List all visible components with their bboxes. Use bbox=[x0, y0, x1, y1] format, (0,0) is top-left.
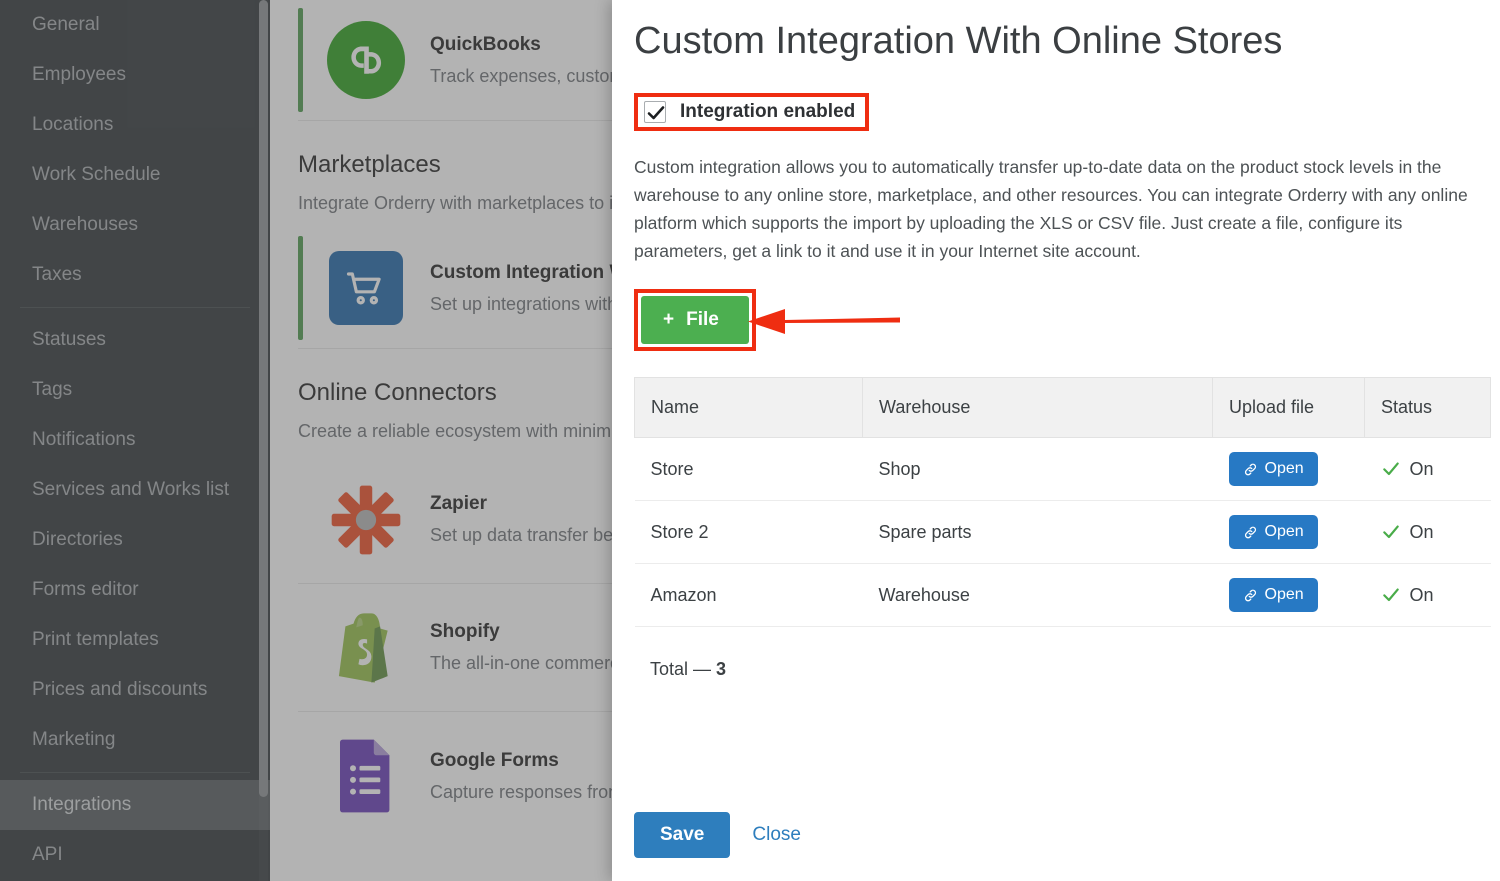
cell-name: Amazon bbox=[634, 563, 863, 627]
sidebar-item-print-templates[interactable]: Print templates bbox=[0, 615, 270, 665]
status-text: On bbox=[1409, 584, 1434, 605]
link-icon bbox=[1244, 463, 1256, 475]
sidebar-item-work-schedule[interactable]: Work Schedule bbox=[0, 150, 270, 200]
settings-sidebar: General Employees Locations Work Schedul… bbox=[0, 0, 270, 881]
table-total: Total — 3 bbox=[634, 627, 1484, 680]
table-row[interactable]: Amazon Warehouse Open On bbox=[634, 563, 1491, 627]
sidebar-item-directories[interactable]: Directories bbox=[0, 515, 270, 565]
sidebar-divider bbox=[20, 307, 250, 308]
open-file-button[interactable]: Open bbox=[1228, 578, 1318, 612]
sidebar-item-prices-and-discounts[interactable]: Prices and discounts bbox=[0, 665, 270, 715]
sidebar-item-statuses[interactable]: Statuses bbox=[0, 315, 270, 365]
modal-footer: Save Close bbox=[634, 812, 801, 858]
sidebar-item-notifications[interactable]: Notifications bbox=[0, 415, 270, 465]
sidebar-item-marketing[interactable]: Marketing bbox=[0, 715, 270, 765]
cell-status: On bbox=[1364, 563, 1491, 627]
sidebar-item-taxes[interactable]: Taxes bbox=[0, 250, 270, 300]
integration-enabled-label: Integration enabled bbox=[680, 101, 856, 122]
open-label: Open bbox=[1264, 460, 1304, 477]
sidebar-item-integrations[interactable]: Integrations bbox=[0, 780, 270, 830]
sidebar-divider-2 bbox=[20, 772, 250, 773]
card-accent-bar bbox=[298, 236, 303, 340]
cell-name: Store bbox=[634, 437, 863, 501]
link-icon bbox=[1244, 526, 1256, 538]
sidebar-item-tags[interactable]: Tags bbox=[0, 365, 270, 415]
sidebar-item-services-and-works-list[interactable]: Services and Works list bbox=[0, 465, 270, 515]
check-icon bbox=[1382, 588, 1399, 602]
add-file-annotation-box: + File bbox=[634, 289, 756, 351]
cell-warehouse: Spare parts bbox=[862, 500, 1213, 564]
sidebar-item-employees[interactable]: Employees bbox=[0, 50, 270, 100]
table-row[interactable]: Store 2 Spare parts Open On bbox=[634, 500, 1491, 564]
sidebar-item-forms-editor[interactable]: Forms editor bbox=[0, 565, 270, 615]
table-row[interactable]: Store Shop Open On bbox=[634, 437, 1491, 501]
cell-warehouse: Warehouse bbox=[862, 563, 1213, 627]
cell-warehouse: Shop bbox=[862, 437, 1213, 501]
modal-description: Custom integration allows you to automat… bbox=[634, 157, 1468, 261]
column-header-warehouse: Warehouse bbox=[862, 377, 1213, 438]
google-forms-icon bbox=[324, 734, 408, 818]
open-file-button[interactable]: Open bbox=[1228, 515, 1318, 549]
column-header-upload-file: Upload file bbox=[1212, 377, 1365, 438]
modal-title: Custom Integration With Online Stores bbox=[634, 20, 1283, 62]
add-file-label: File bbox=[686, 309, 719, 330]
cell-name: Store 2 bbox=[634, 500, 863, 564]
sidebar-item-locations[interactable]: Locations bbox=[0, 100, 270, 150]
status-text: On bbox=[1409, 521, 1434, 542]
close-link[interactable]: Close bbox=[752, 824, 801, 846]
annotation-arrow bbox=[745, 303, 905, 344]
sidebar-item-general[interactable]: General bbox=[0, 0, 270, 50]
plus-icon: + bbox=[663, 309, 675, 330]
status-text: On bbox=[1409, 458, 1434, 479]
shopify-icon bbox=[324, 606, 408, 690]
total-label: Total — bbox=[650, 659, 712, 679]
cell-status: On bbox=[1364, 500, 1491, 564]
shopping-cart-icon bbox=[324, 246, 408, 330]
cell-status: On bbox=[1364, 437, 1491, 501]
quickbooks-icon bbox=[324, 18, 408, 102]
total-value: 3 bbox=[716, 659, 727, 679]
table-header-row: Name Warehouse Upload file Status bbox=[634, 377, 1491, 438]
sidebar-item-api[interactable]: API bbox=[0, 830, 270, 880]
column-header-name: Name bbox=[634, 377, 863, 438]
open-file-button[interactable]: Open bbox=[1228, 452, 1318, 486]
add-file-button[interactable]: + File bbox=[641, 296, 749, 344]
card-accent-bar bbox=[298, 8, 303, 112]
column-header-status: Status bbox=[1364, 377, 1491, 438]
integration-files-table: Name Warehouse Upload file Status Store … bbox=[634, 377, 1491, 627]
zapier-icon bbox=[324, 478, 408, 562]
sidebar-scrollbar-thumb[interactable] bbox=[259, 0, 268, 797]
check-icon bbox=[1382, 462, 1399, 476]
open-label: Open bbox=[1264, 523, 1304, 540]
custom-integration-modal: Custom Integration With Online Stores In… bbox=[612, 0, 1500, 881]
open-label: Open bbox=[1264, 586, 1304, 603]
cell-upload: Open bbox=[1212, 437, 1365, 501]
cell-upload: Open bbox=[1212, 563, 1365, 627]
save-button[interactable]: Save bbox=[634, 812, 731, 858]
sidebar-item-warehouses[interactable]: Warehouses bbox=[0, 200, 270, 250]
integration-enabled-annotation-box: Integration enabled bbox=[634, 93, 870, 131]
check-icon bbox=[1382, 525, 1399, 539]
cell-upload: Open bbox=[1212, 500, 1365, 564]
integration-enabled-checkbox[interactable] bbox=[644, 101, 666, 123]
link-icon bbox=[1244, 589, 1256, 601]
